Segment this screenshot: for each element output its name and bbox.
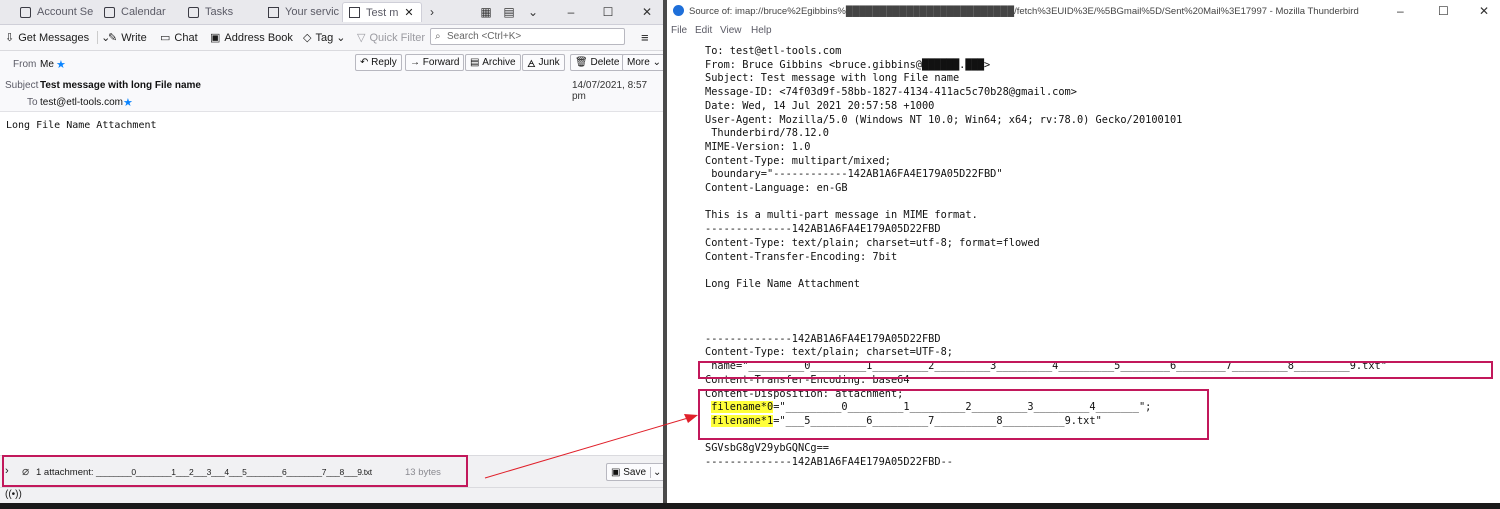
annotation-arrow xyxy=(484,414,698,479)
taskbar-strip xyxy=(0,503,1500,509)
arrow-line xyxy=(484,417,689,479)
arrow-head xyxy=(684,414,698,423)
